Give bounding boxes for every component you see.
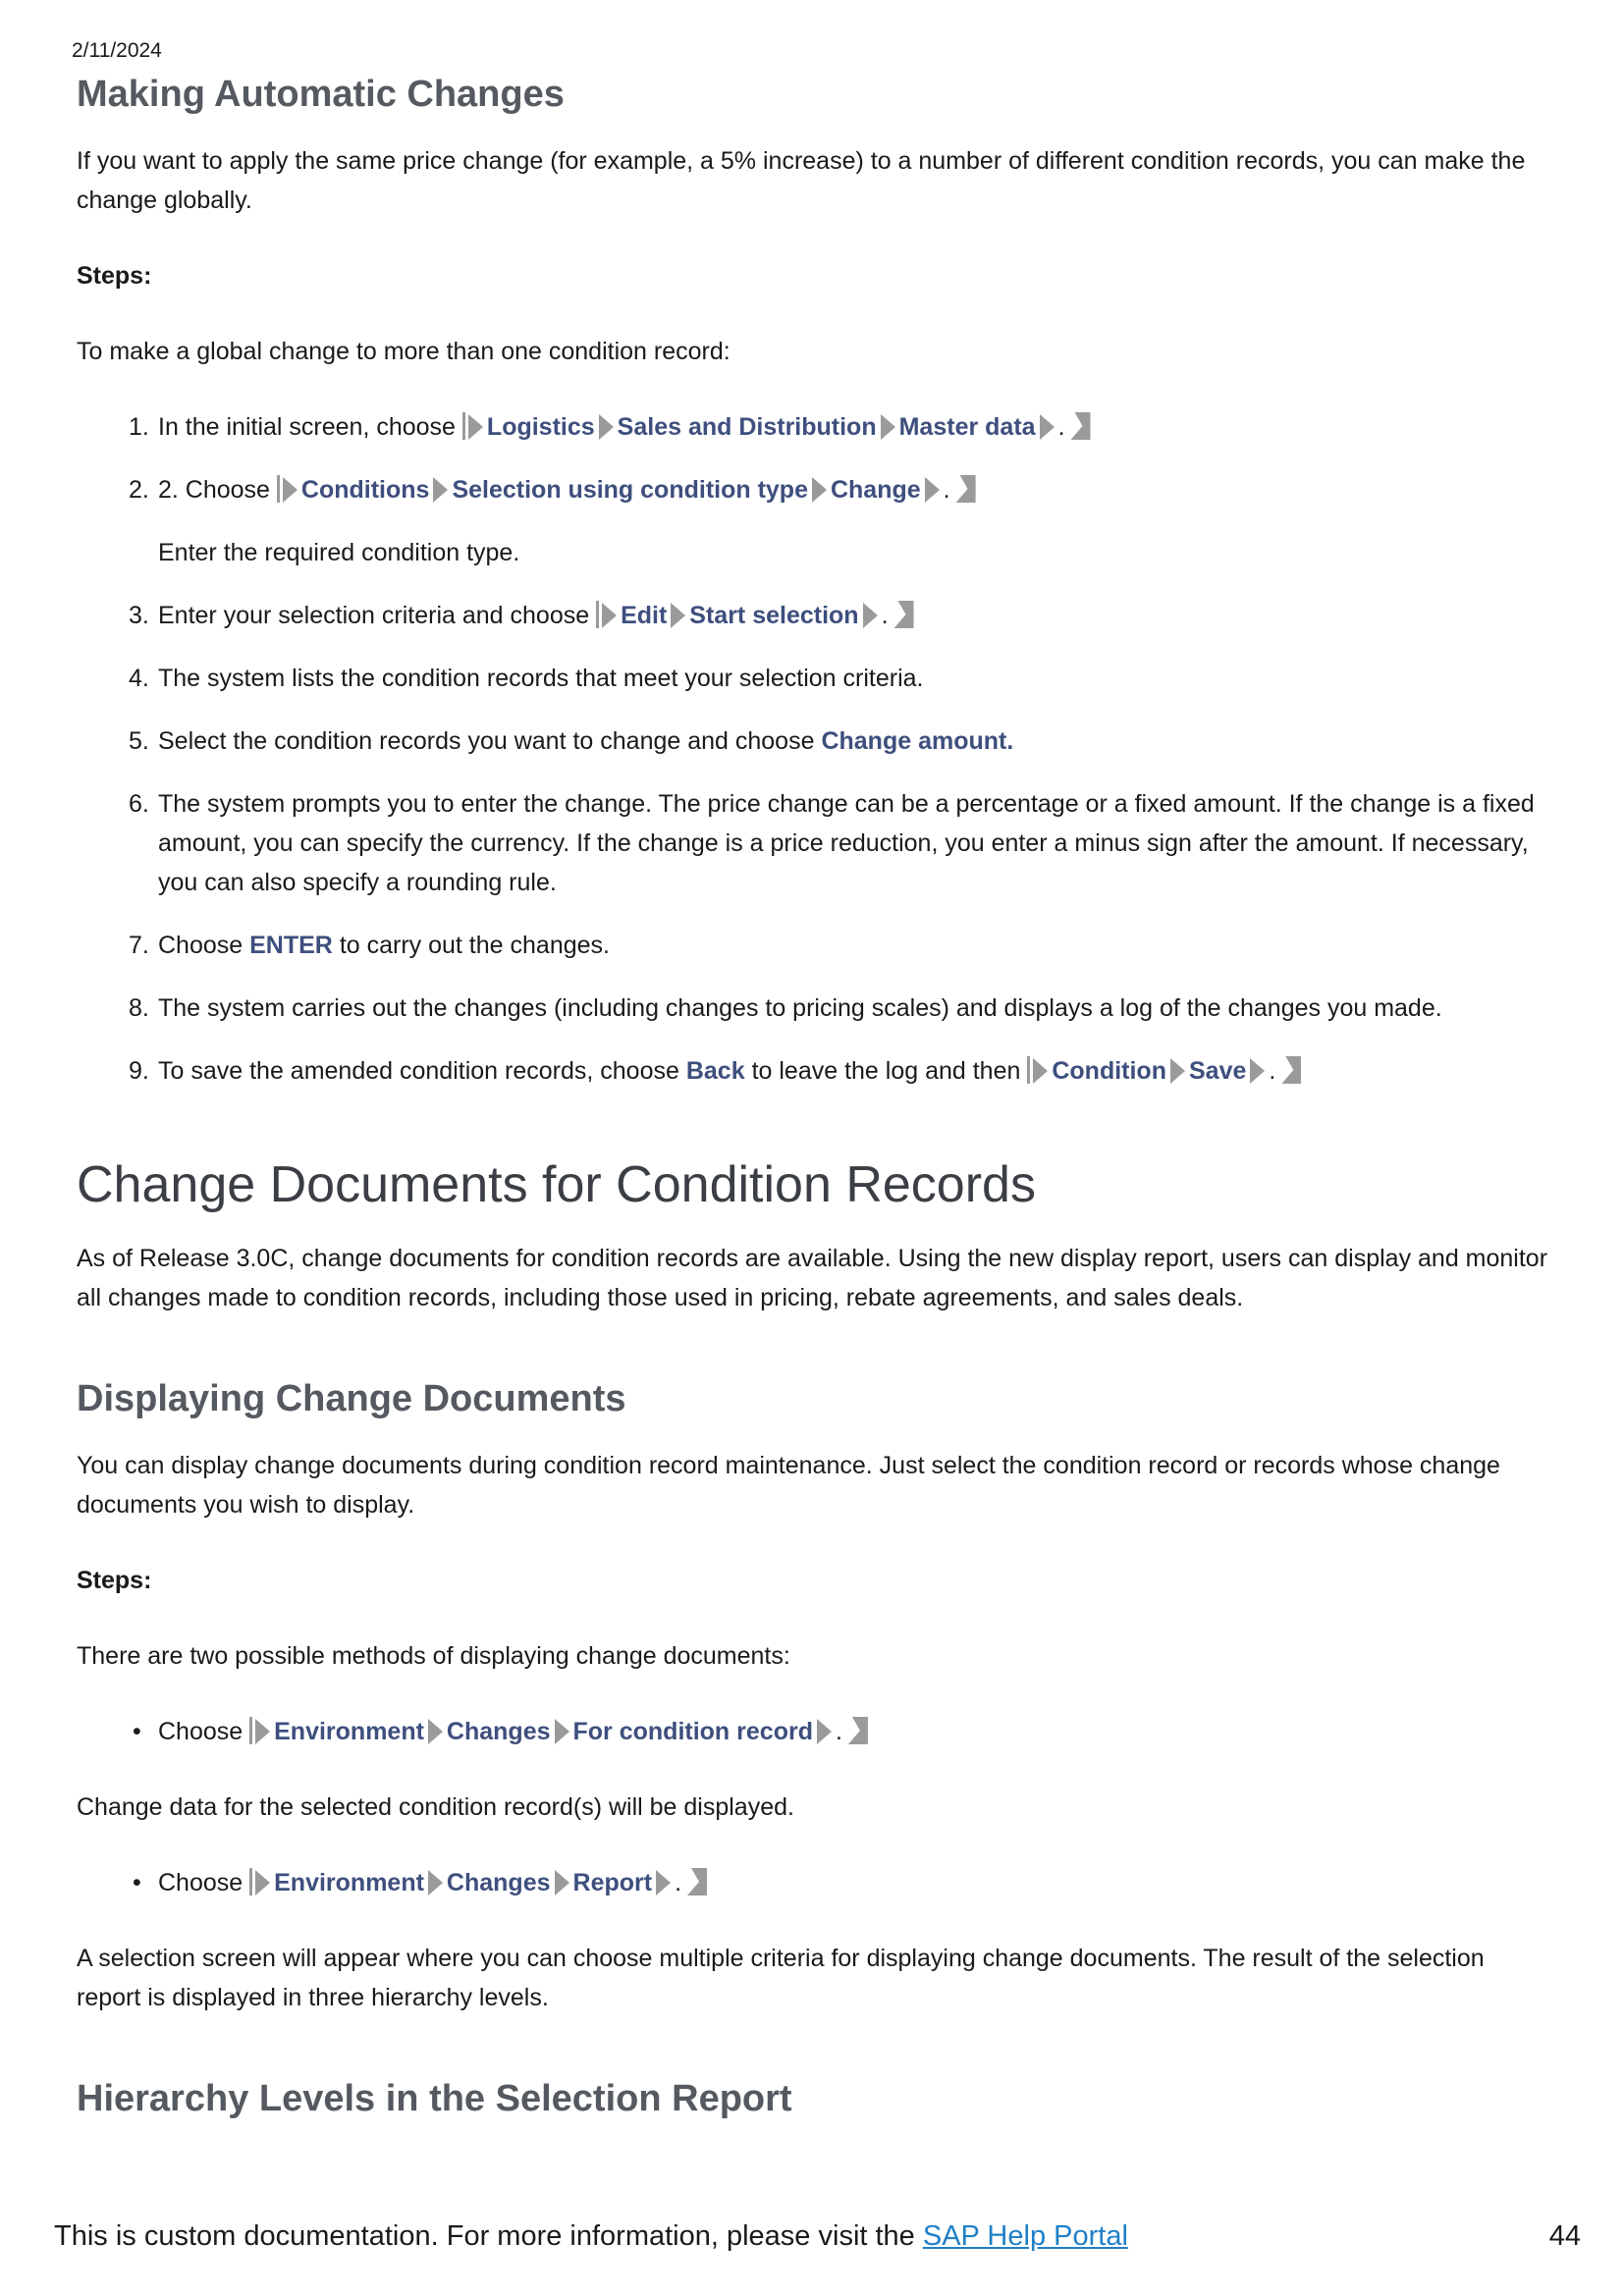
- steps-list: 1. In the initial screen, choose Logisti…: [77, 407, 1549, 1091]
- change-amount-function[interactable]: Change amount.: [821, 727, 1013, 755]
- chevron-right-icon: [602, 603, 618, 628]
- bullet-icon: •: [133, 1718, 141, 1745]
- step-note: Enter the required condition type.: [158, 539, 520, 566]
- menu-path-end-icon: [847, 1717, 868, 1744]
- document-body: Making Automatic Changes If you want to …: [77, 69, 1549, 2124]
- list-item: 6. The system prompts you to enter the c…: [129, 790, 1535, 896]
- menu-path-end-icon: [1070, 412, 1091, 440]
- section-title-hierarchy-levels: Hierarchy Levels in the Selection Report: [77, 2078, 792, 2119]
- result-paragraph: A selection screen will appear where you…: [77, 1945, 1485, 2011]
- chevron-right-icon: [255, 1870, 271, 1896]
- menu-link-edit[interactable]: Edit: [621, 602, 667, 629]
- chevron-right-icon: [671, 603, 686, 628]
- chevron-right-icon: [1250, 1058, 1266, 1084]
- menu-link-changes[interactable]: Changes: [447, 1869, 551, 1896]
- list-item: 3. Enter your selection criteria and cho…: [129, 596, 1549, 635]
- chevron-right-icon: [554, 1719, 569, 1744]
- list-item: • Choose Environment Changes Report.: [133, 1863, 1549, 1902]
- menu-link-condition[interactable]: Condition: [1052, 1057, 1166, 1085]
- menu-path-start-icon: [1027, 1056, 1031, 1084]
- menu-link-environment[interactable]: Environment: [274, 1718, 424, 1745]
- menu-link-master-data[interactable]: Master data: [899, 413, 1036, 441]
- menu-link-conditions[interactable]: Conditions: [301, 476, 430, 504]
- intro-paragraph: If you want to apply the same price chan…: [77, 147, 1526, 214]
- list-item: 7. Choose ENTER to carry out the changes…: [129, 932, 610, 959]
- chevron-right-icon: [427, 1870, 443, 1896]
- list-item: 9. To save the amended condition records…: [129, 1051, 1549, 1091]
- menu-path-end-icon: [687, 1868, 708, 1896]
- chevron-right-icon: [598, 414, 614, 440]
- menu-path-start-icon: [461, 412, 465, 440]
- menu-path-start-icon: [596, 601, 600, 628]
- menu-link-changes[interactable]: Changes: [447, 1718, 551, 1745]
- menu-link-environment[interactable]: Environment: [274, 1869, 424, 1896]
- chevron-right-icon: [811, 477, 827, 503]
- result-paragraph: Change data for the selected condition r…: [77, 1793, 794, 1821]
- chevron-right-icon: [1039, 414, 1055, 440]
- steps-label: Steps:: [77, 1567, 152, 1594]
- back-function[interactable]: Back: [686, 1057, 745, 1085]
- menu-link-save[interactable]: Save: [1189, 1057, 1246, 1085]
- sap-help-portal-link[interactable]: SAP Help Portal: [923, 2220, 1128, 2252]
- chevron-right-icon: [467, 414, 483, 440]
- lead-paragraph: To make a global change to more than one…: [77, 338, 730, 365]
- list-item: 8. The system carries out the changes (i…: [129, 994, 1442, 1022]
- chevron-right-icon: [554, 1870, 569, 1896]
- chevron-right-icon: [816, 1719, 832, 1744]
- menu-link-change[interactable]: Change: [831, 476, 921, 504]
- menu-path-end-icon: [1281, 1056, 1302, 1084]
- menu-path-start-icon: [276, 475, 280, 503]
- lead-paragraph: There are two possible methods of displa…: [77, 1642, 790, 1670]
- menu-link-report[interactable]: Report: [573, 1869, 653, 1896]
- list-item: • Choose Environment Changes For condition…: [133, 1712, 1549, 1751]
- menu-link-selection-using-condition-type[interactable]: Selection using condition type: [452, 476, 808, 504]
- method-list: • Choose Environment Changes For condition…: [77, 1712, 1549, 1751]
- chevron-right-icon: [656, 1870, 672, 1896]
- bullet-icon: •: [133, 1869, 141, 1896]
- chevron-right-icon: [1033, 1058, 1049, 1084]
- page-number: 44: [1548, 2220, 1581, 2252]
- section-title-making-automatic-changes: Making Automatic Changes: [77, 74, 565, 115]
- menu-path-start-icon: [249, 1868, 253, 1896]
- menu-link-start-selection[interactable]: Start selection: [689, 602, 858, 629]
- chevron-right-icon: [1169, 1058, 1185, 1084]
- menu-link-sales-and-distribution[interactable]: Sales and Distribution: [618, 413, 877, 441]
- chevron-right-icon: [433, 477, 449, 503]
- method-list: • Choose Environment Changes Report.: [77, 1863, 1549, 1902]
- menu-path-start-icon: [249, 1717, 253, 1744]
- menu-path-end-icon: [955, 475, 976, 503]
- steps-label: Steps:: [77, 262, 152, 290]
- chevron-right-icon: [880, 414, 895, 440]
- document-date: 2/11/2024: [72, 39, 162, 62]
- menu-link-for-condition-record[interactable]: For condition record: [573, 1718, 813, 1745]
- chevron-right-icon: [924, 477, 940, 503]
- chevron-right-icon: [862, 603, 878, 628]
- chevron-right-icon: [427, 1719, 443, 1744]
- footer-note: This is custom documentation. For more i…: [54, 2220, 1128, 2252]
- chevron-right-icon: [255, 1719, 271, 1744]
- menu-link-logistics[interactable]: Logistics: [487, 413, 595, 441]
- chevron-right-icon: [282, 477, 298, 503]
- menu-path-end-icon: [893, 601, 914, 628]
- section-title-displaying-change-documents: Displaying Change Documents: [77, 1378, 626, 1419]
- intro-paragraph: You can display change documents during …: [77, 1452, 1500, 1519]
- section-title-change-documents: Change Documents for Condition Records: [77, 1156, 1036, 1213]
- list-item: 4. The system lists the condition record…: [129, 665, 924, 692]
- list-item: 2. 2. Choose Conditions Selection using c…: [129, 470, 1549, 572]
- intro-paragraph: As of Release 3.0C, change documents for…: [77, 1245, 1548, 1311]
- enter-key[interactable]: ENTER: [249, 932, 333, 959]
- list-item: 5. Select the condition records you want…: [129, 727, 1014, 755]
- list-item: 1. In the initial screen, choose Logisti…: [129, 407, 1549, 447]
